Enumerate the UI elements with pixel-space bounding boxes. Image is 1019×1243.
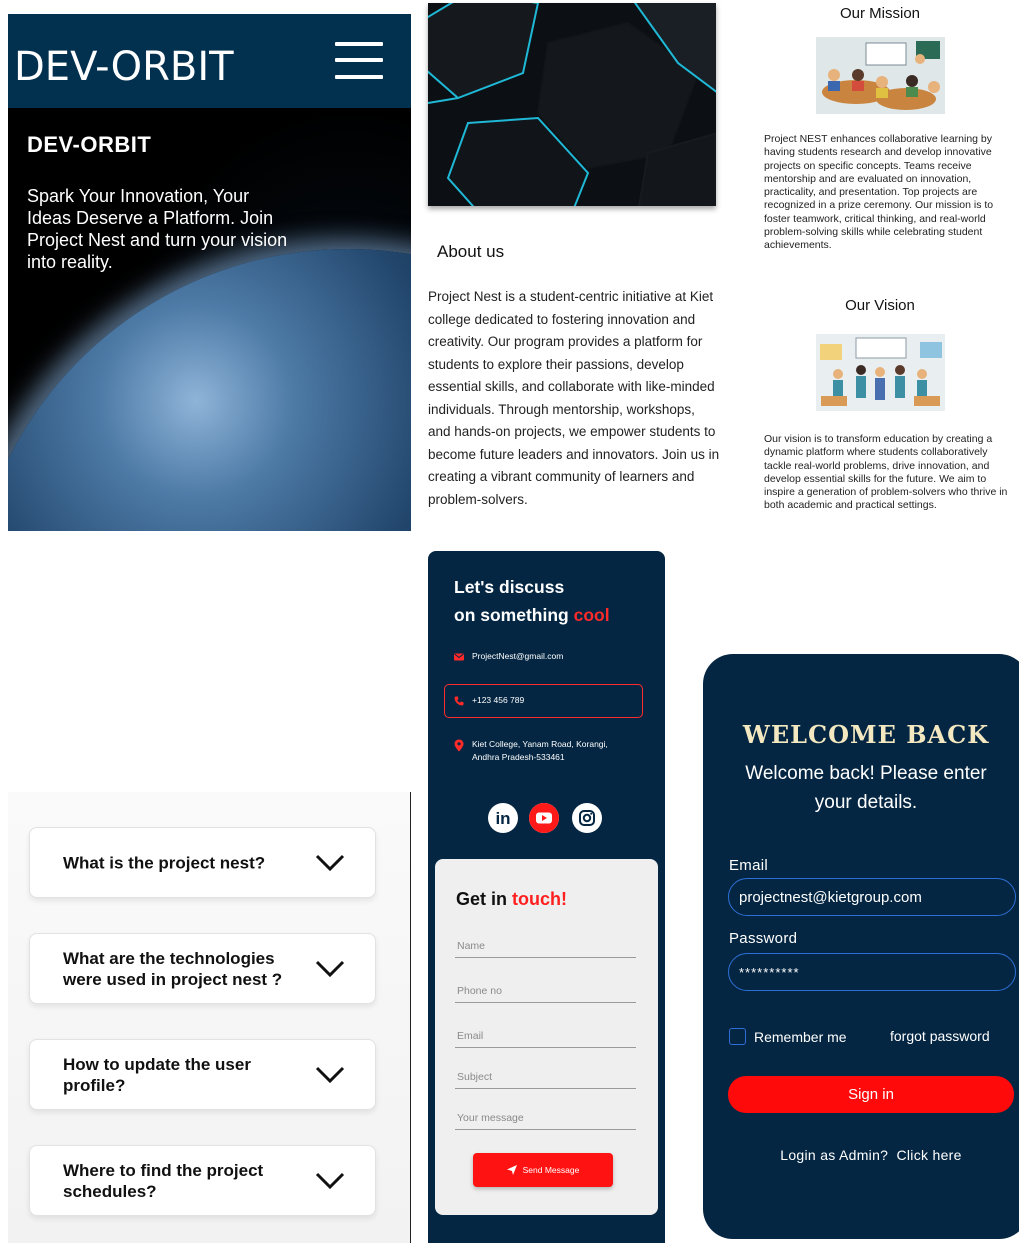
form-title-text: Get in [456, 889, 508, 909]
contact-email-text: ProjectNest@gmail.com [472, 651, 564, 661]
svg-text:in: in [495, 809, 510, 828]
send-message-label: Send Message [522, 1165, 580, 1175]
dev-orbit-logo[interactable]: DEV-ORBIT [14, 44, 234, 90]
remember-me-label: Remember me [754, 1028, 847, 1045]
form-title: Get in touch! [456, 889, 567, 910]
vision-text: Our vision is to transform education by … [764, 433, 1008, 512]
mission-text: Project NEST enhances collaborative lear… [764, 133, 994, 252]
contact-heading-accent: cool [573, 605, 610, 625]
faq-item[interactable]: Where to find the project schedules? [29, 1145, 376, 1216]
instagram-icon[interactable] [572, 803, 602, 833]
faq-section: What is the project nest? What are the t… [8, 792, 411, 1243]
youtube-icon[interactable] [529, 803, 559, 833]
contact-heading: Let's discuss on something cool [454, 573, 610, 629]
mission-illustration [816, 37, 945, 114]
login-title: WELCOME BACK [742, 720, 990, 749]
send-icon [506, 1165, 517, 1175]
contact-heading-line2: on something [454, 605, 569, 625]
vision-illustration [816, 334, 945, 411]
remember-me-checkbox[interactable] [729, 1028, 746, 1045]
contact-address: Kiet College, Yanam Road, Korangi, Andhr… [454, 738, 637, 764]
faq-item[interactable]: How to update the user profile? [29, 1039, 376, 1110]
password-label: Password [729, 930, 798, 947]
login-card: WELCOME BACK Welcome back! Please enter … [703, 654, 1019, 1239]
hero-tagline: Spark Your Innovation, Your Ideas Deserv… [27, 186, 288, 272]
phone-input[interactable] [455, 979, 636, 1003]
chevron-down-icon[interactable] [315, 1065, 345, 1085]
admin-login-row: Login as Admin? Click here [703, 1147, 1019, 1163]
chevron-down-icon[interactable] [315, 1171, 345, 1191]
form-title-accent: touch! [512, 889, 568, 909]
faq-item[interactable]: What is the project nest? [29, 827, 376, 898]
mail-icon [454, 653, 464, 660]
linkedin-icon[interactable]: in [488, 803, 518, 833]
about-hexagon-image [428, 3, 716, 206]
forgot-password-link[interactable]: forgot password [890, 1028, 990, 1044]
login-email-input[interactable] [728, 878, 1016, 916]
vision-title: Our Vision [845, 297, 915, 314]
faq-item[interactable]: What are the technologies were used in p… [29, 933, 376, 1004]
hero-title: DEV-ORBIT [27, 132, 152, 157]
location-pin-icon [454, 739, 464, 752]
mission-title: Our Mission [839, 5, 921, 22]
hamburger-menu-icon[interactable] [335, 42, 383, 82]
sign-in-button[interactable]: Sign in [728, 1076, 1014, 1113]
faq-question: Where to find the project schedules? [63, 1160, 264, 1201]
faq-question: How to update the user profile? [63, 1054, 251, 1095]
about-title: About us [437, 242, 505, 261]
remember-me[interactable]: Remember me [729, 1028, 847, 1045]
chevron-down-icon[interactable] [315, 959, 345, 979]
faq-question: What is the project nest? [63, 853, 266, 872]
contact-heading-line1: Let's discuss [454, 577, 565, 597]
about-text: Project Nest is a student-centric initia… [428, 289, 720, 507]
contact-email[interactable]: ProjectNest@gmail.com [454, 650, 563, 663]
earth-horizon-image [8, 249, 411, 531]
email-label: Email [729, 857, 769, 874]
send-message-button[interactable]: Send Message [473, 1153, 613, 1187]
phone-icon [454, 696, 464, 705]
admin-click-here-link[interactable]: Click here [896, 1147, 961, 1163]
contact-form-card: Get in touch! Send Message [435, 859, 658, 1215]
hero-section: DEV-ORBIT DEV-ORBIT Spark Your Innovatio… [8, 14, 411, 531]
contact-address-text: Kiet College, Yanam Road, Korangi, Andhr… [472, 739, 608, 762]
admin-login-text: Login as Admin? [780, 1147, 889, 1163]
faq-question: What are the technologies were used in p… [63, 948, 283, 989]
message-input[interactable] [455, 1106, 636, 1130]
contact-phone[interactable]: +123 456 789 [454, 694, 524, 707]
login-password-input[interactable] [728, 953, 1016, 991]
contact-section: Let's discuss on something cool ProjectN… [428, 551, 665, 1243]
chevron-down-icon[interactable] [315, 853, 345, 873]
name-input[interactable] [455, 934, 636, 958]
login-subtitle: Welcome back! Please enter your details. [745, 763, 987, 813]
hexagon-pattern [428, 3, 716, 206]
contact-phone-text: +123 456 789 [472, 695, 525, 705]
subject-input[interactable] [455, 1065, 636, 1089]
email-input[interactable] [455, 1024, 636, 1048]
